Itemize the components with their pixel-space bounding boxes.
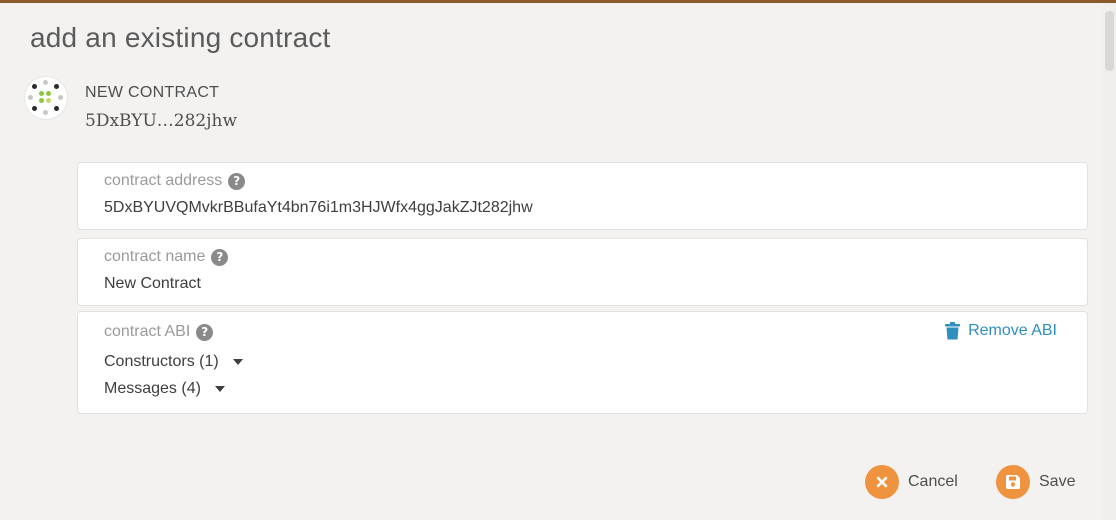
question-circle-icon[interactable]: ? xyxy=(196,323,214,341)
trash-icon xyxy=(945,322,961,340)
caret-down-icon xyxy=(214,386,225,392)
save-label: Save xyxy=(1039,473,1076,490)
constructors-toggle[interactable]: Constructors (1) xyxy=(104,353,243,371)
question-circle-icon[interactable]: ? xyxy=(228,172,246,190)
contract-heading-name: NEW CONTRACT xyxy=(85,84,220,101)
contract-abi-label-row: contract ABI ? xyxy=(104,323,214,341)
messages-label: Messages (4) xyxy=(104,380,201,397)
constructors-label: Constructors (1) xyxy=(104,353,219,370)
messages-toggle[interactable]: Messages (4) xyxy=(104,380,225,398)
save-button[interactable]: Save xyxy=(996,465,1075,499)
contract-abi-label: contract ABI xyxy=(104,323,191,340)
contract-name-input[interactable]: New Contract xyxy=(104,275,201,293)
contract-address-field[interactable]: contract address ? 5DxBYUVQMvkrBBufaYt4b… xyxy=(77,162,1088,230)
contract-name-field[interactable]: contract name ? New Contract xyxy=(77,238,1088,306)
question-circle-icon[interactable]: ? xyxy=(211,248,229,266)
caret-down-icon xyxy=(232,359,243,365)
cancel-label: Cancel xyxy=(908,473,958,490)
modal-title: add an existing contract xyxy=(30,22,331,53)
contract-name-label: contract name xyxy=(104,248,206,265)
contract-address-label-row: contract address ? xyxy=(104,172,246,190)
contract-address-input[interactable]: 5DxBYUVQMvkrBBufaYt4bn76i1m3HJWfx4ggJakZ… xyxy=(104,199,533,217)
contract-address-label: contract address xyxy=(104,172,223,189)
cancel-button[interactable]: Cancel xyxy=(865,465,958,499)
window-top-border xyxy=(0,0,1116,3)
remove-abi-button[interactable]: Remove ABI xyxy=(945,322,1057,340)
contract-name-label-row: contract name ? xyxy=(104,248,229,266)
close-icon xyxy=(865,465,899,499)
scrollbar[interactable] xyxy=(1103,3,1116,520)
identicon-icon xyxy=(24,76,68,120)
scrollbar-thumb[interactable] xyxy=(1105,11,1114,71)
contract-heading-address: 5DxBYU…282jhw xyxy=(85,111,237,131)
remove-abi-label: Remove ABI xyxy=(968,322,1057,339)
contract-abi-field: contract ABI ? Remove ABI Constructors (… xyxy=(77,311,1088,414)
save-icon xyxy=(996,465,1030,499)
